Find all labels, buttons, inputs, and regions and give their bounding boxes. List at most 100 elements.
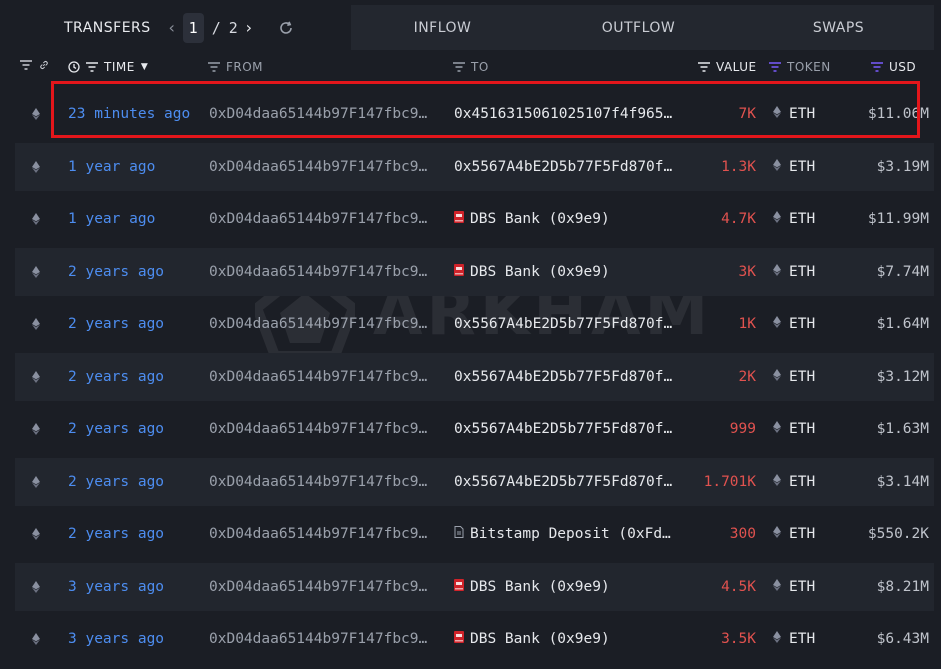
from-address-link[interactable]: 0xD04daa65144b97F147fbc9…: [209, 458, 439, 506]
token-cell[interactable]: ETH: [773, 143, 815, 191]
token-cell[interactable]: ETH: [773, 405, 815, 453]
from-address-link[interactable]: 0xD04daa65144b97F147fbc9…: [209, 615, 439, 663]
token-cell[interactable]: ETH: [773, 300, 815, 348]
chevron-right-icon[interactable]: ›: [242, 18, 256, 37]
table-row[interactable]: 2 years ago 0xD04daa65144b97F147fbc9… DBS …: [15, 248, 934, 296]
ethereum-icon: [32, 300, 42, 348]
to-address-cell[interactable]: 0x5567A4bE2D5b77F5Fd870f…: [454, 458, 684, 506]
table-row[interactable]: 2 years ago 0xD04daa65144b97F147fbc9… 0x55…: [15, 405, 934, 453]
to-filter-icon[interactable]: [453, 62, 465, 72]
usd-amount: $6.43M: [876, 631, 929, 647]
time-link[interactable]: 3 years ago: [68, 563, 164, 611]
to-address-cell[interactable]: DBS Bank (0x9e9): [454, 615, 684, 663]
token-symbol: ETH: [789, 631, 816, 647]
time-link[interactable]: 2 years ago: [68, 300, 164, 348]
table-row[interactable]: 3 years ago 0xD04daa65144b97F147fbc9… DBS …: [15, 615, 934, 663]
time-link[interactable]: 1 year ago: [68, 143, 155, 191]
from-filter-icon[interactable]: [208, 62, 220, 72]
header-to[interactable]: TO: [453, 60, 489, 74]
to-address-label: 0x5567A4bE2D5b77F5Fd870f…: [454, 474, 673, 490]
time-link[interactable]: 23 minutes ago: [68, 90, 190, 138]
table-row[interactable]: 23 minutes ago 0xD04daa65144b97F147fbc9… 0…: [15, 90, 934, 138]
tab-swaps-label: SWAPS: [812, 19, 865, 36]
tab-transfers[interactable]: TRANSFERS ‹ 1 / 2 ›: [8, 5, 351, 50]
from-address-link[interactable]: 0xD04daa65144b97F147fbc9…: [209, 563, 439, 611]
table-row[interactable]: 2 years ago 0xD04daa65144b97F147fbc9… Bits…: [15, 510, 934, 558]
ethereum-icon: [32, 615, 42, 663]
tab-outflow[interactable]: OUTFLOW: [534, 5, 743, 50]
to-address-cell[interactable]: DBS Bank (0x9e9): [454, 195, 684, 243]
to-address-label: 0x4516315061025107f4f965…: [454, 106, 673, 122]
from-address-link[interactable]: 0xD04daa65144b97F147fbc9…: [209, 405, 439, 453]
token-cell[interactable]: ETH: [773, 195, 815, 243]
time-link[interactable]: 2 years ago: [68, 248, 164, 296]
token-symbol: ETH: [789, 421, 816, 437]
ethereum-icon: [773, 106, 781, 122]
to-address-cell[interactable]: Bitstamp Deposit (0xFd…: [454, 510, 684, 558]
table-row[interactable]: 2 years ago 0xD04daa65144b97F147fbc9… 0x55…: [15, 300, 934, 348]
header-token[interactable]: TOKEN: [769, 60, 831, 74]
token-cell[interactable]: ETH: [773, 510, 815, 558]
header-value[interactable]: VALUE: [698, 60, 757, 74]
time-link[interactable]: 2 years ago: [68, 353, 164, 401]
from-address-link[interactable]: 0xD04daa65144b97F147fbc9…: [209, 195, 439, 243]
chevron-left-icon[interactable]: ‹: [165, 18, 179, 37]
header-usd[interactable]: USD: [871, 60, 916, 74]
table-header: TIME ▼ FROM TO VALUE TOKEN USD: [0, 56, 941, 80]
to-address-label: DBS Bank (0x9e9): [470, 264, 610, 280]
time-filter-icon[interactable]: [86, 62, 98, 72]
ethereum-icon: [773, 264, 781, 280]
table-row[interactable]: 2 years ago 0xD04daa65144b97F147fbc9… 0x55…: [15, 458, 934, 506]
token-cell[interactable]: ETH: [773, 563, 815, 611]
usd-amount: $7.74M: [876, 264, 929, 280]
to-address-cell[interactable]: 0x5567A4bE2D5b77F5Fd870f…: [454, 405, 684, 453]
tab-swaps[interactable]: SWAPS: [743, 5, 934, 50]
token-cell[interactable]: ETH: [773, 248, 815, 296]
header-time[interactable]: TIME ▼: [68, 60, 148, 74]
tab-inflow[interactable]: INFLOW: [351, 5, 534, 50]
time-link[interactable]: 2 years ago: [68, 510, 164, 558]
time-link[interactable]: 2 years ago: [68, 405, 164, 453]
to-address-cell[interactable]: DBS Bank (0x9e9): [454, 563, 684, 611]
to-address-label: DBS Bank (0x9e9): [470, 631, 610, 647]
to-address-cell[interactable]: 0x5567A4bE2D5b77F5Fd870f…: [454, 300, 684, 348]
table-row[interactable]: 1 year ago 0xD04daa65144b97F147fbc9… 0x556…: [15, 143, 934, 191]
to-address-cell[interactable]: 0x5567A4bE2D5b77F5Fd870f…: [454, 353, 684, 401]
from-address-link[interactable]: 0xD04daa65144b97F147fbc9…: [209, 143, 439, 191]
from-address-link[interactable]: 0xD04daa65144b97F147fbc9…: [209, 248, 439, 296]
token-cell[interactable]: ETH: [773, 90, 815, 138]
to-address-cell[interactable]: 0x5567A4bE2D5b77F5Fd870f…: [454, 143, 684, 191]
refresh-icon[interactable]: [278, 20, 294, 36]
token-filter-icon[interactable]: [769, 62, 781, 72]
table-row[interactable]: 2 years ago 0xD04daa65144b97F147fbc9… 0x55…: [15, 353, 934, 401]
value-filter-icon[interactable]: [698, 62, 710, 72]
value-amount: 300: [729, 526, 756, 542]
to-address-cell[interactable]: 0x4516315061025107f4f965…: [454, 90, 684, 138]
pager-current-page[interactable]: 1: [182, 12, 204, 43]
token-cell[interactable]: ETH: [773, 353, 815, 401]
time-link[interactable]: 2 years ago: [68, 458, 164, 506]
time-link[interactable]: 3 years ago: [68, 615, 164, 663]
table-row[interactable]: 1 year ago 0xD04daa65144b97F147fbc9… DBS B…: [15, 195, 934, 243]
from-address-link[interactable]: 0xD04daa65144b97F147fbc9…: [209, 510, 439, 558]
token-symbol: ETH: [789, 526, 816, 542]
tab-transfers-label: TRANSFERS: [64, 19, 151, 36]
usd-amount: $11.99M: [867, 211, 929, 227]
sort-down-icon[interactable]: ▼: [141, 62, 148, 72]
to-address-cell[interactable]: DBS Bank (0x9e9): [454, 248, 684, 296]
token-cell[interactable]: ETH: [773, 615, 815, 663]
table-row[interactable]: 3 years ago 0xD04daa65144b97F147fbc9… DBS …: [15, 563, 934, 611]
time-link[interactable]: 1 year ago: [68, 195, 155, 243]
usd-amount: $1.64M: [876, 316, 929, 332]
token-cell[interactable]: ETH: [773, 458, 815, 506]
header-from[interactable]: FROM: [208, 60, 263, 74]
filter-icon[interactable]: [20, 60, 32, 70]
usd-filter-icon[interactable]: [871, 62, 883, 72]
pager-total-pages: 2: [228, 18, 238, 37]
link-icon[interactable]: [38, 60, 50, 70]
from-address-link[interactable]: 0xD04daa65144b97F147fbc9…: [209, 90, 439, 138]
from-address-link[interactable]: 0xD04daa65144b97F147fbc9…: [209, 300, 439, 348]
token-symbol: ETH: [789, 159, 816, 175]
from-address-link[interactable]: 0xD04daa65144b97F147fbc9…: [209, 353, 439, 401]
to-address-label: 0x5567A4bE2D5b77F5Fd870f…: [454, 369, 673, 385]
